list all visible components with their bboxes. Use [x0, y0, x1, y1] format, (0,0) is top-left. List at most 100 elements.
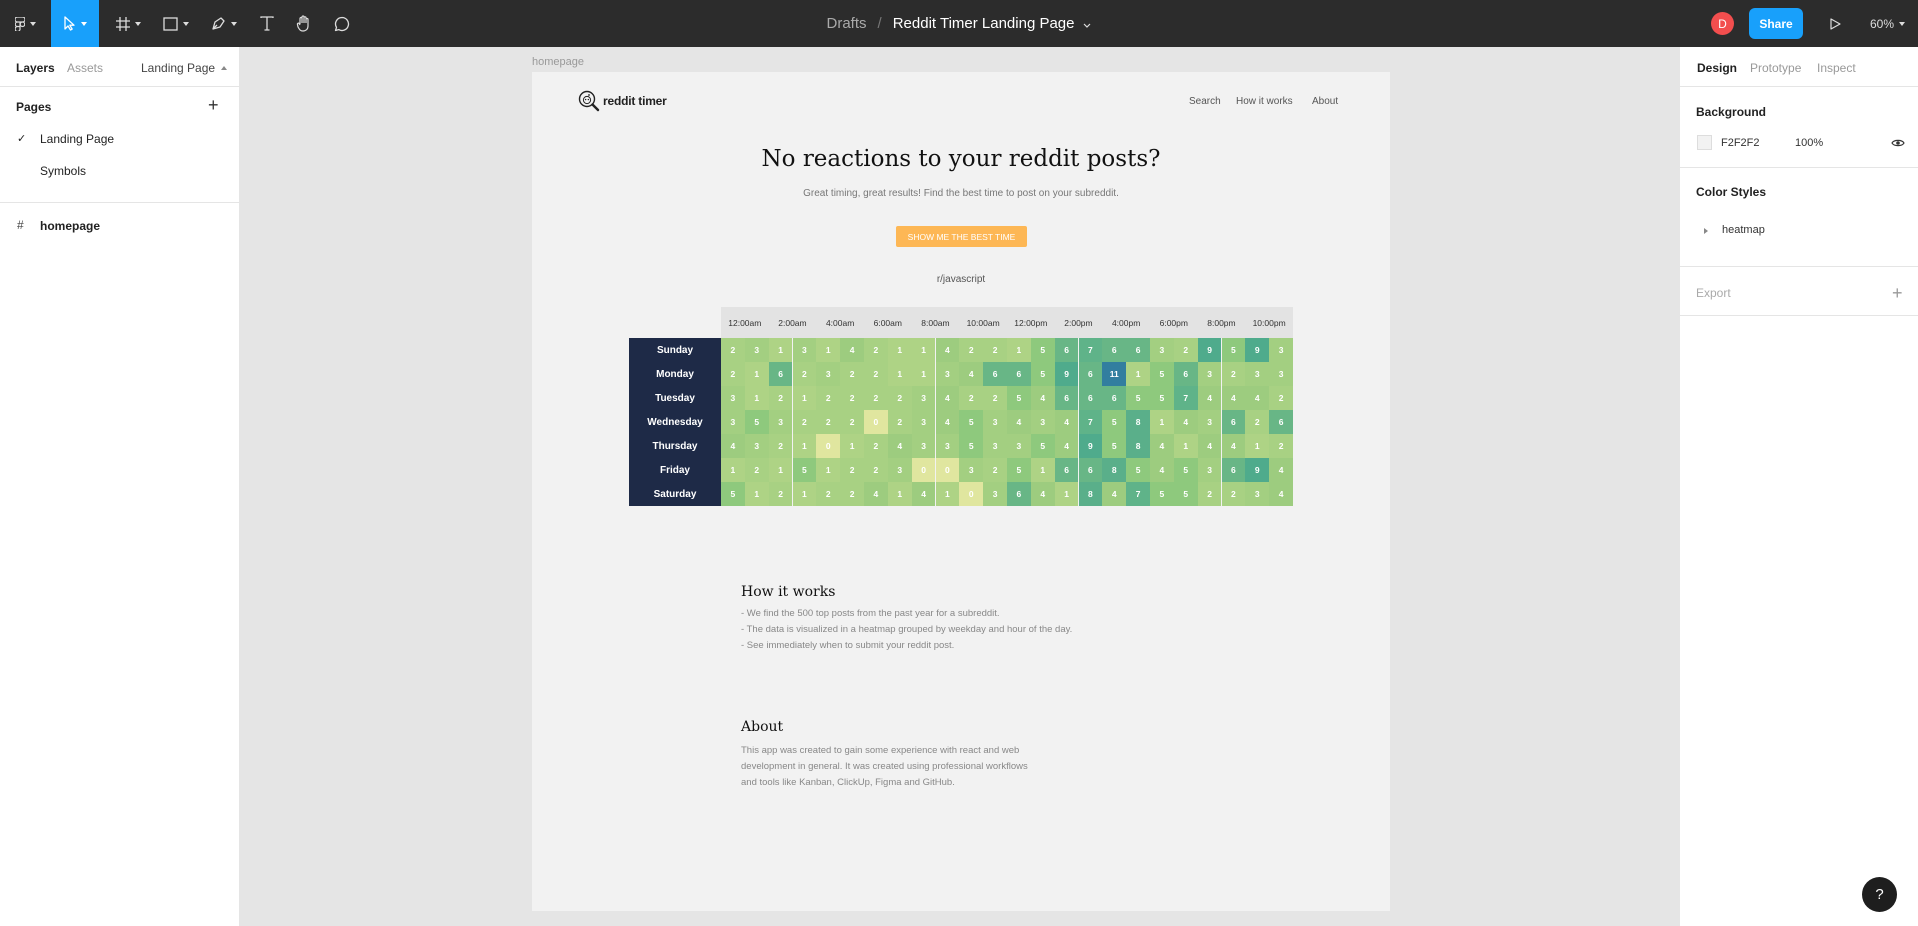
heatmap-cell[interactable]: 2 [768, 482, 793, 506]
heatmap-cell[interactable]: 2 [864, 458, 888, 482]
heatmap-cell[interactable]: 3 [1269, 362, 1293, 386]
add-page-icon[interactable]: + [208, 95, 219, 116]
heatmap-cell[interactable]: 4 [1221, 386, 1246, 410]
tab-assets[interactable]: Assets [67, 61, 103, 75]
heatmap-cell[interactable]: 4 [1030, 386, 1055, 410]
heatmap-cell[interactable]: 4 [1173, 410, 1198, 434]
background-opacity-input[interactable]: 100% [1795, 137, 1823, 149]
heatmap-cell[interactable]: 4 [1197, 386, 1222, 410]
heatmap-cell[interactable]: 8 [1102, 458, 1127, 482]
heatmap-cell[interactable]: 2 [887, 410, 912, 434]
heatmap-cell[interactable]: 4 [1054, 410, 1079, 434]
page-selector[interactable]: Landing Page [141, 61, 228, 75]
nav-about[interactable]: About [1312, 96, 1338, 107]
canvas[interactable]: homepage reddit timer Search How it work… [241, 47, 1679, 926]
heatmap-cell[interactable]: 6 [1078, 458, 1103, 482]
tab-inspect[interactable]: Inspect [1817, 61, 1856, 75]
heatmap-cell[interactable]: 3 [1197, 410, 1222, 434]
heatmap-cell[interactable]: 2 [840, 458, 864, 482]
heatmap-cell[interactable]: 2 [983, 338, 1007, 362]
heatmap-cell[interactable]: 1 [816, 338, 841, 362]
heatmap-cell[interactable]: 0 [816, 434, 841, 458]
background-hex-input[interactable]: F2F2F2 [1721, 137, 1760, 149]
heatmap-cell[interactable]: 5 [1102, 410, 1127, 434]
heatmap-cell[interactable]: 6 [1007, 482, 1031, 506]
heatmap-cell[interactable]: 2 [864, 434, 888, 458]
nav-how-it-works[interactable]: How it works [1236, 96, 1293, 107]
heatmap-cell[interactable]: 4 [1054, 434, 1079, 458]
heatmap-cell[interactable]: 0 [864, 410, 888, 434]
heatmap-cell[interactable]: 3 [816, 362, 841, 386]
zoom-menu[interactable]: 60% [1870, 0, 1906, 47]
heatmap-cell[interactable]: 0 [959, 482, 984, 506]
heatmap-cell[interactable]: 5 [959, 410, 984, 434]
heatmap-cell[interactable]: 2 [983, 458, 1007, 482]
heatmap-cell[interactable]: 2 [816, 482, 841, 506]
text-tool-button[interactable] [252, 0, 282, 47]
heatmap-cell[interactable]: 6 [1054, 458, 1079, 482]
heatmap-cell[interactable]: 8 [1078, 482, 1103, 506]
heatmap-cell[interactable]: 2 [768, 434, 793, 458]
present-button[interactable] [1822, 0, 1848, 47]
heatmap-cell[interactable]: 1 [1150, 410, 1174, 434]
color-style-item[interactable]: heatmap [1722, 224, 1765, 236]
heatmap-cell[interactable]: 4 [864, 482, 888, 506]
frame-tool-button[interactable] [110, 0, 146, 47]
heatmap-cell[interactable]: 9 [1245, 338, 1270, 362]
heatmap-cell[interactable]: 4 [935, 386, 960, 410]
heatmap-cell[interactable]: 0 [935, 458, 960, 482]
heatmap-cell[interactable]: 2 [816, 410, 841, 434]
heatmap-cell[interactable]: 6 [1221, 458, 1246, 482]
heatmap-cell[interactable]: 3 [744, 338, 769, 362]
heatmap-cell[interactable]: 6 [1078, 362, 1103, 386]
heatmap-cell[interactable]: 1 [744, 482, 769, 506]
heatmap-cell[interactable]: 1 [935, 482, 960, 506]
heatmap-cell[interactable]: 4 [1007, 410, 1031, 434]
main-menu-button[interactable] [8, 0, 42, 47]
heatmap-cell[interactable]: 1 [887, 362, 912, 386]
heatmap-cell[interactable]: 4 [721, 434, 745, 458]
heatmap-cell[interactable]: 3 [768, 410, 793, 434]
heatmap-cell[interactable]: 6 [768, 362, 793, 386]
heatmap-cell[interactable]: 2 [840, 410, 864, 434]
heatmap-cell[interactable]: 6 [1173, 362, 1198, 386]
heatmap-cell[interactable]: 2 [768, 386, 793, 410]
tab-prototype[interactable]: Prototype [1750, 61, 1801, 75]
heatmap-cell[interactable]: 1 [1126, 362, 1150, 386]
heatmap-cell[interactable]: 2 [816, 386, 841, 410]
heatmap-cell[interactable]: 4 [959, 362, 984, 386]
page-item-landing[interactable]: ✓ Landing Page [0, 124, 239, 154]
heatmap-cell[interactable]: 6 [1078, 386, 1103, 410]
heatmap-cell[interactable]: 2 [1221, 362, 1246, 386]
heatmap-cell[interactable]: 3 [935, 434, 960, 458]
eye-icon[interactable] [1891, 135, 1905, 153]
heatmap-cell[interactable]: 2 [959, 338, 984, 362]
heatmap-cell[interactable]: 4 [1245, 386, 1270, 410]
heatmap-cell[interactable]: 1 [887, 482, 912, 506]
file-name[interactable]: Reddit Timer Landing Page [893, 15, 1075, 32]
heatmap-cell[interactable]: 2 [864, 386, 888, 410]
caret-right-icon[interactable] [1704, 228, 1708, 234]
heatmap-cell[interactable]: 2 [744, 458, 769, 482]
heatmap-cell[interactable]: 3 [1197, 458, 1222, 482]
heatmap-cell[interactable]: 3 [1197, 362, 1222, 386]
heatmap-cell[interactable]: 1 [744, 386, 769, 410]
heatmap-cell[interactable]: 3 [911, 434, 936, 458]
heatmap-cell[interactable]: 5 [1150, 362, 1174, 386]
heatmap-cell[interactable]: 3 [983, 434, 1007, 458]
heatmap-cell[interactable]: 1 [887, 338, 912, 362]
heatmap-cell[interactable]: 3 [911, 410, 936, 434]
heatmap-cell[interactable]: 3 [792, 338, 817, 362]
heatmap-cell[interactable]: 7 [1173, 386, 1198, 410]
heatmap-cell[interactable]: 5 [792, 458, 817, 482]
heatmap-cell[interactable]: 5 [721, 482, 745, 506]
heatmap-cell[interactable]: 6 [1102, 386, 1127, 410]
heatmap-cell[interactable]: 6 [1054, 338, 1079, 362]
heatmap-cell[interactable]: 1 [768, 338, 793, 362]
page-item-symbols[interactable]: Symbols [0, 156, 239, 186]
heatmap-cell[interactable]: 1 [792, 482, 817, 506]
heatmap-cell[interactable]: 2 [840, 362, 864, 386]
heatmap-cell[interactable]: 4 [1269, 482, 1293, 506]
heatmap-cell[interactable]: 2 [1269, 386, 1293, 410]
heatmap-cell[interactable]: 3 [935, 362, 960, 386]
